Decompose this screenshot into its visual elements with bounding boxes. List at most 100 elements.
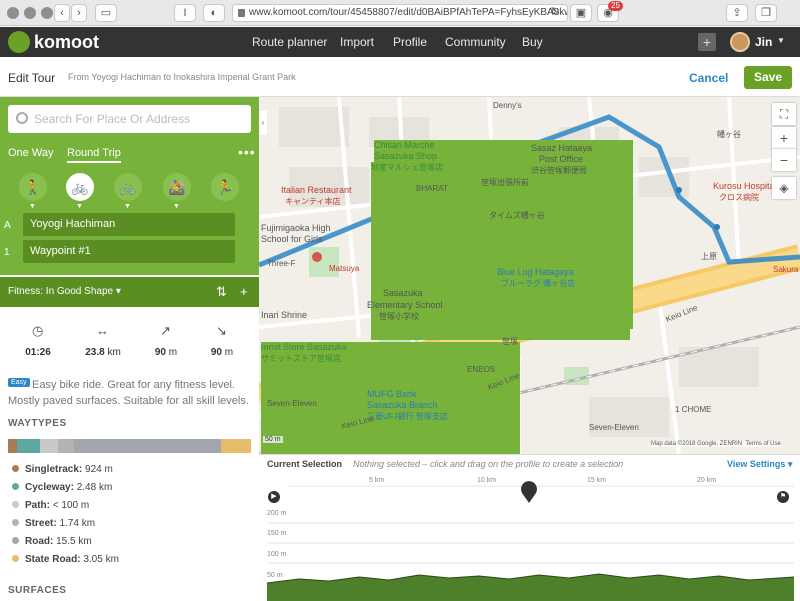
chevron-down-icon[interactable]: ▼ [124, 203, 131, 210]
layers-icon[interactable]: ◈ [772, 177, 796, 199]
map-label-fujimigaoka[interactable]: Fujimigaoka High [261, 223, 331, 233]
nav-route-planner[interactable]: Route planner [252, 35, 327, 49]
collapse-panel-icon[interactable]: ‹ [259, 111, 267, 135]
minimize-window-dot[interactable] [24, 7, 36, 19]
map-label-hatagaya: 幡ヶ谷 [717, 130, 741, 139]
nav-profile[interactable]: Profile [393, 35, 427, 49]
map-label-sasazuka-es-jp: 笹塚小学校 [379, 312, 419, 321]
save-button[interactable]: Save [744, 66, 792, 89]
forward-icon[interactable]: › [71, 4, 87, 22]
sport-road-bike-icon[interactable]: 🚲 [114, 173, 142, 201]
map-label-sasazuka-es[interactable]: Sasazuka [383, 288, 423, 298]
elevation-profile[interactable]: Current Selection Nothing selected – cli… [259, 454, 800, 601]
reload-icon[interactable]: ↻ [547, 4, 563, 22]
search-placeholder: Search For Place Or Address [34, 112, 191, 126]
map-canvas[interactable]: ‹ Denny's Chisan Marche Sasazuka Shop 地産… [259, 97, 800, 454]
search-input[interactable]: Search For Place Or Address [8, 105, 251, 133]
map-label-blue-lug[interactable]: Blue Lug Hatagaya [497, 267, 574, 277]
reader-icon[interactable]: I [174, 4, 196, 22]
map-label-matsuya[interactable]: Matsuya [329, 264, 359, 273]
attribution-text: Map data ©2018 Google, ZENRIN [651, 441, 743, 447]
cancel-button[interactable]: Cancel [689, 71, 728, 85]
planner-panel: Search For Place Or Address One Way Roun… [0, 97, 259, 600]
waypoint-index-a: A [4, 220, 11, 231]
map-label-sasazuka[interactable]: 笹塚 [502, 336, 518, 347]
map-label-fujimigaoka-2: School for Girls [261, 234, 323, 244]
zoom-window-dot[interactable] [41, 7, 53, 19]
map-label-italian[interactable]: Italian Restaurant [281, 185, 352, 195]
legend-label: State Road: [25, 554, 81, 565]
sport-touring-bike-icon[interactable]: 🚲 [66, 173, 94, 201]
chevron-down-icon[interactable]: ▼ [76, 203, 83, 210]
add-icon[interactable]: + [698, 33, 716, 51]
avatar[interactable] [730, 32, 750, 52]
lock-icon [238, 9, 245, 17]
downhill-unit: m [224, 347, 234, 358]
map-label-eneos[interactable]: ENEOS [467, 365, 495, 374]
map-label-seven-2[interactable]: Seven-Eleven [589, 423, 639, 432]
chevron-down-icon[interactable]: ▼ [29, 203, 36, 210]
map-label-seven-1[interactable]: Seven-Eleven [267, 399, 317, 408]
sidebar-icon[interactable]: ▭ [95, 4, 117, 22]
extension-icon[interactable]: ▣ [570, 4, 592, 22]
planner-header: Search For Place Or Address One Way Roun… [0, 97, 259, 275]
map-label-blue-lug-jp: ブルーラグ 幡ヶ谷店 [501, 279, 576, 288]
waytype-segment [17, 439, 40, 453]
waytype-segment [57, 439, 74, 453]
map-label-sakura: Sakura [773, 265, 799, 274]
map-label-kurosu[interactable]: Kurosu Hospital [713, 181, 777, 191]
tab-one-way[interactable]: One Way [8, 147, 53, 159]
brand-name[interactable]: komoot [34, 32, 99, 53]
fullscreen-icon[interactable]: ⛶ [772, 103, 796, 125]
tabs-icon[interactable]: ❐ [755, 4, 777, 22]
back-icon[interactable]: ‹ [54, 4, 70, 22]
profile-graph [266, 481, 795, 601]
add-waypoint-icon[interactable]: + [240, 284, 248, 299]
privacy-icon[interactable]: ◐ [203, 4, 225, 22]
share-icon[interactable]: ⇪ [726, 4, 748, 22]
legend-value: 15.5 km [56, 536, 92, 547]
map-label-bharat[interactable]: BHARAT [416, 184, 448, 193]
browser-toolbar: ‹ › ▭ I ◐ www.komoot.com/tour/45458807/e… [0, 0, 800, 26]
extension-badge: 25 [608, 1, 623, 11]
zoom-out-button[interactable]: − [772, 149, 796, 171]
legend-value: 2.48 km [76, 482, 113, 493]
map-label-post-office[interactable]: Post Office [539, 154, 583, 164]
map-scale: 50 m [263, 436, 283, 443]
sport-hiking-icon[interactable]: 🚶 [19, 173, 47, 201]
waypoint-1[interactable]: Waypoint #1 [23, 240, 235, 263]
nav-buy[interactable]: Buy [522, 35, 543, 49]
search-icon [16, 112, 28, 124]
terms-link[interactable]: Terms of Use [745, 441, 780, 447]
map-label-dennys: Denny's [493, 101, 522, 110]
legend-street: Street: 1.74 km [12, 518, 95, 529]
legend-cycleway: Cycleway: 2.48 km [12, 482, 112, 493]
map-label-inari[interactable]: Inari Shrine [261, 310, 307, 320]
sport-running-icon[interactable]: 🏃 [211, 173, 239, 201]
nav-import[interactable]: Import [340, 35, 374, 49]
uphill-unit: m [168, 347, 178, 358]
downhill-value: 90 [210, 347, 222, 358]
uphill-value: 90 [154, 347, 166, 358]
chevron-down-icon[interactable]: ▼ [777, 36, 785, 45]
waypoint-start[interactable]: Yoyogi Hachiman [23, 213, 235, 236]
legend-label: Path: [25, 500, 50, 511]
komoot-logo-icon[interactable] [8, 31, 30, 53]
address-bar[interactable]: www.komoot.com/tour/45458807/edit/d0BAiB… [232, 4, 568, 22]
chevron-down-icon[interactable]: ▼ [173, 203, 180, 210]
fitness-selector[interactable]: Fitness: In Good Shape ▾ [8, 286, 121, 297]
tab-round-trip[interactable]: Round Trip [67, 147, 121, 163]
start-flag-icon: ▶ [268, 491, 280, 503]
legend-value: 3.05 km [83, 554, 119, 565]
close-window-dot[interactable] [7, 7, 19, 19]
nav-community[interactable]: Community [445, 35, 506, 49]
reverse-route-icon[interactable]: ⇅ [216, 284, 227, 300]
map-label-mufg[interactable]: MUFG Bank [367, 389, 417, 399]
more-options-icon[interactable]: ••• [238, 144, 256, 160]
zoom-in-button[interactable]: + [772, 127, 796, 149]
map-label-mufg-2: Sasazuka Branch [367, 400, 438, 410]
user-name[interactable]: Jin [755, 35, 772, 49]
map-label-station: 笹塚出張所前 [481, 178, 529, 187]
path-dot-icon [12, 501, 19, 508]
sport-mountain-bike-icon[interactable]: 🚵 [163, 173, 191, 201]
